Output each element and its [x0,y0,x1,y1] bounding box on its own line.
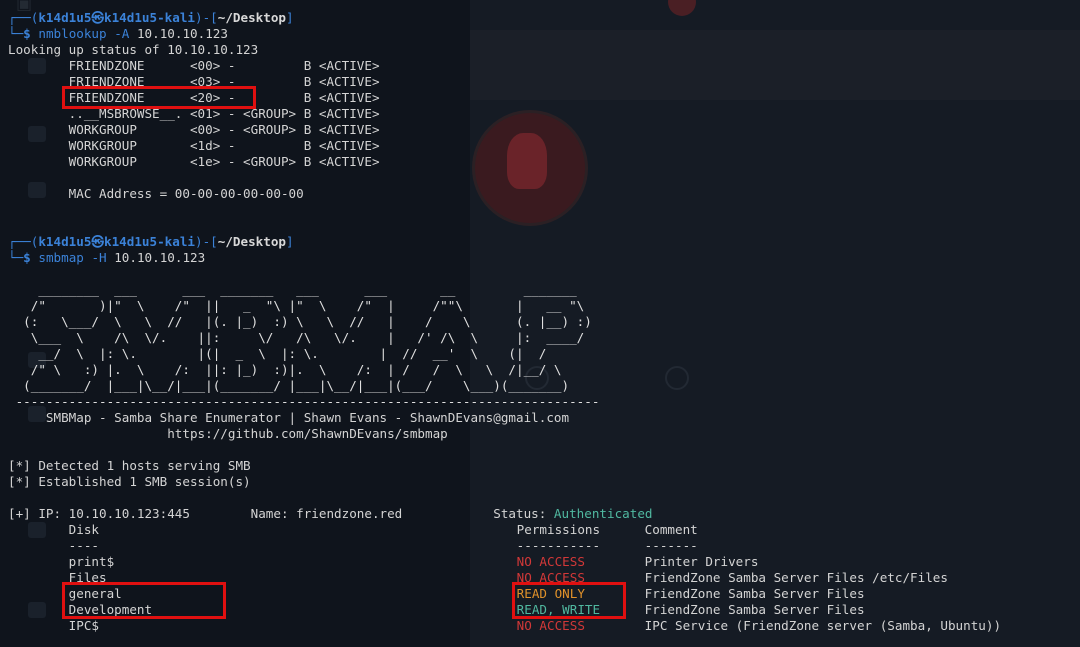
prompt-host: k14d1u5-kali [104,10,196,25]
column-disk: Disk [68,522,100,537]
share-table-separator: ---- ----------- ------- [8,538,1001,554]
highlight-box-share-permissions [512,582,626,619]
status-authenticated: Authenticated [553,506,653,521]
highlight-box-share-names [62,582,226,619]
share-comment: IPC Service (FriendZone server (Samba, U… [644,618,1002,633]
share-comment: FriendZone Samba Server Files /etc/Files [644,570,948,585]
prompt-frame: └─ [8,250,24,265]
nmblookup-row: WORKGROUP <00> - <GROUP> B <ACTIVE> [8,122,380,137]
smbmap-ascii-banner: (: \___/ \ \ // |(. |_) :) \ \ // | / \ … [8,314,592,329]
ip-details: [+] IP: 10.10.10.123:445 Name: friendzon… [8,506,554,521]
command-args: -A [106,26,137,41]
prompt-dollar: $ [23,250,31,265]
prompt-frame: ] [286,10,294,25]
smbmap-ascii-banner: /" )|" \ /" || _ "\ |" \ /" | /""\ | __ … [8,298,585,313]
smbmap-ascii-banner: __/ \ |: \. |(| _ \ |: \. | // __' \ (| … [8,346,547,361]
command-name: smbmap [38,250,84,265]
command-target: 10.10.10.123 [114,250,206,265]
prompt-frame: ] [286,234,294,249]
smbmap-banner-rule: ----------------------------------------… [8,394,600,409]
prompt-user: k14d1u5 [38,10,92,25]
share-comment: FriendZone Samba Server Files [644,602,865,617]
column-permissions: Permissions [516,522,601,537]
share-permission: NO ACCESS [516,618,585,633]
prompt-line-2: ┌──(k14d1u5㉿k14d1u5-kali)-[~/Desktop] [8,234,1001,250]
prompt-frame: └─ [8,26,24,41]
share-row: print$ NO ACCESS Printer Drivers [8,554,1001,570]
command-name: nmblookup [38,26,107,41]
share-name: print$ [68,554,115,569]
prompt-user: k14d1u5 [38,234,92,249]
command-args: -H [83,250,115,265]
nmblookup-row: WORKGROUP <1d> - B <ACTIVE> [8,138,380,153]
prompt-at-icon: ㉿ [91,234,105,249]
smbmap-ascii-banner: ________ ___ ___ _______ ___ ___ __ ____… [8,282,577,297]
share-comment: FriendZone Samba Server Files [644,586,865,601]
prompt-host: k14d1u5-kali [104,234,196,249]
nmblookup-row: FRIENDZONE <00> - B <ACTIVE> [8,58,380,73]
prompt-frame: )-[ [195,10,218,25]
share-permission: NO ACCESS [516,554,585,569]
separator: ------- [644,538,698,553]
prompt-frame: )-[ [195,234,218,249]
smbmap-url: https://github.com/ShawnDEvans/smbmap [8,426,448,441]
prompt-frame: ┌──( [8,234,39,249]
command-line-1[interactable]: └─$ nmblookup -A 10.10.10.123 [8,26,1001,42]
separator: ---- [68,538,100,553]
info-line: [*] Detected 1 hosts serving SMB [8,458,251,473]
nmblookup-header: Looking up status of 10.10.10.123 [8,42,259,57]
highlight-box-friendzone [62,86,256,109]
prompt-path: ~/Desktop [217,234,287,249]
info-line: [*] Established 1 SMB session(s) [8,474,251,489]
share-table-header: Disk Permissions Comment [8,522,1001,538]
prompt-at-icon: ㉿ [91,10,105,25]
prompt-path: ~/Desktop [217,10,287,25]
command-line-2[interactable]: └─$ smbmap -H 10.10.10.123 [8,250,1001,266]
mac-address: MAC Address = 00-00-00-00-00-00 [8,186,304,201]
share-row: IPC$ NO ACCESS IPC Service (FriendZone ser… [8,618,1001,634]
smbmap-title: SMBMap - Samba Share Enumerator | Shawn … [8,410,570,425]
share-name: IPC$ [68,618,100,633]
separator: ----------- [516,538,601,553]
ip-line: [+] IP: 10.10.10.123:445 Name: friendzon… [8,506,1001,522]
share-comment: Printer Drivers [644,554,759,569]
smbmap-ascii-banner: (_______/ |___|\__/|___|(_______/ |___|\… [8,378,570,393]
smbmap-ascii-banner: /" \ :) |. \ /: ||: |_) :)|. \ /: | / / … [8,362,562,377]
prompt-frame: ┌──( [8,10,39,25]
prompt-dollar: $ [23,26,31,41]
nmblookup-row: WORKGROUP <1e> - <GROUP> B <ACTIVE> [8,154,380,169]
smbmap-ascii-banner: \___ \ /\ \/. ||: \/ /\ \/. | /' /\ \ |:… [8,330,585,345]
column-comment: Comment [644,522,698,537]
prompt-line-1: ┌──(k14d1u5㉿k14d1u5-kali)-[~/Desktop] [8,10,1001,26]
command-target: 10.10.10.123 [136,26,228,41]
